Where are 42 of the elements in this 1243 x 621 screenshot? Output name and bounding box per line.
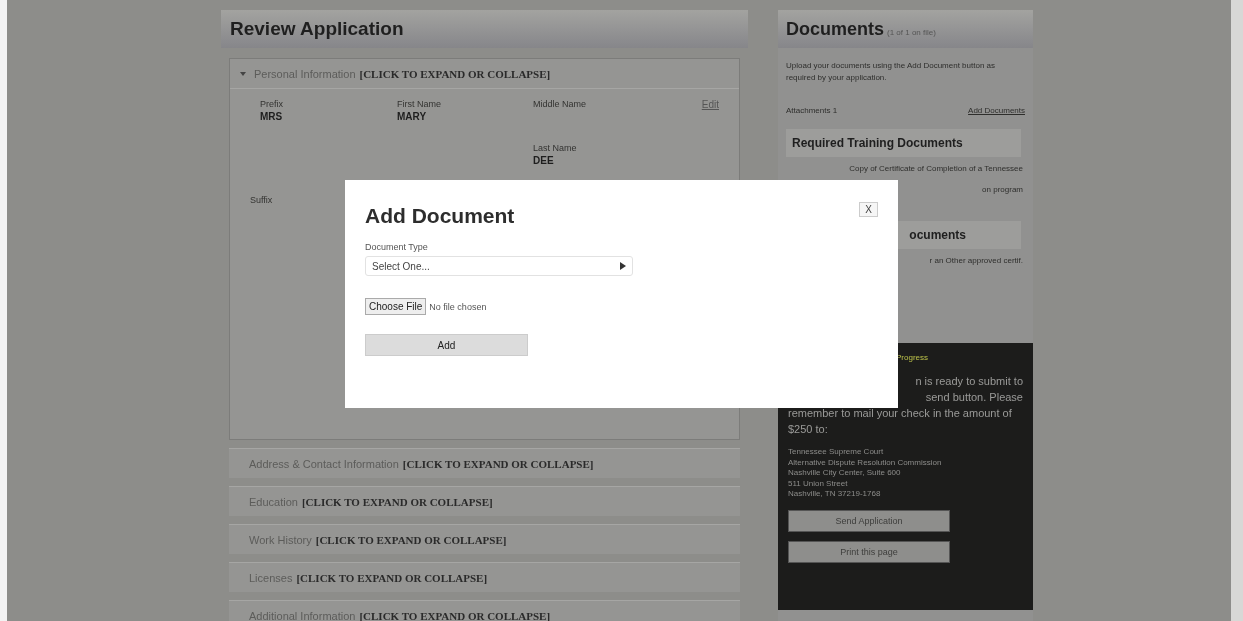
panel-button[interactable]: Send Application xyxy=(788,509,950,532)
field-value: MARY xyxy=(397,111,428,122)
field-value: DEE xyxy=(533,155,555,166)
address-line: 511 Union Street xyxy=(788,478,849,489)
message-text: send button. Please xyxy=(924,390,1023,405)
field-label: Suffix xyxy=(250,195,274,205)
document-item: Copy of Certificate of Completion of a Tennessee xyxy=(848,163,1024,175)
add-button[interactable]: Add xyxy=(365,334,528,356)
field-label: First Name xyxy=(397,99,442,109)
file-status-text: No file chosen xyxy=(429,301,487,312)
address-line: Alternative Dispute Resolution Commission xyxy=(788,457,943,468)
document-type-select[interactable]: Select One... xyxy=(365,256,633,276)
dropdown-arrow-icon xyxy=(620,262,626,270)
message-text: remember to mail your check in the amount of $250 to: xyxy=(788,406,1013,437)
panel-title: Progress xyxy=(895,353,929,362)
section-header[interactable]: Work History [CLICK TO EXPAND OR COLLAPSE] xyxy=(229,525,740,554)
dialog-title: Add Document xyxy=(365,204,515,228)
field-label: Middle Name xyxy=(533,99,588,109)
instructions-text: Upload your documents using the Add Document button as required by your application. xyxy=(786,60,997,84)
close-button[interactable]: X xyxy=(859,202,878,217)
section-header[interactable]: Licenses [CLICK TO EXPAND OR COLLAPSE] xyxy=(229,563,740,592)
document-item: on program xyxy=(981,184,1024,196)
address-line: Tennessee Supreme Court xyxy=(788,447,885,458)
document-item: r an Other approved certif. xyxy=(928,255,1024,267)
address-line: Nashville City Center, Suite 600 xyxy=(788,468,902,479)
edit-link[interactable]: Edit xyxy=(701,99,719,110)
field-label: Prefix xyxy=(260,99,284,109)
field-label: Last Name xyxy=(533,143,578,153)
page-title: Review Application xyxy=(221,10,748,48)
add-documents-link[interactable]: Add Documents xyxy=(968,106,1025,115)
choose-file-button[interactable]: Choose File xyxy=(365,298,427,315)
panel-button[interactable]: Print this page xyxy=(788,540,950,563)
field-label: Document Type xyxy=(365,242,429,252)
panel-title: Documents xyxy=(786,18,884,40)
section-header[interactable]: Education [CLICK TO EXPAND OR COLLAPSE] xyxy=(229,487,740,516)
section-header[interactable]: Additional Information [CLICK TO EXPAND OR COLLAPSE] xyxy=(229,601,740,621)
field-value: MRS xyxy=(260,111,284,122)
address-line: Nashville, TN 37219-1768 xyxy=(788,489,882,500)
attachment-count: Attachments 1 xyxy=(786,106,838,115)
section-header[interactable]: Personal Information [CLICK TO EXPAND OR COLLAPSE] xyxy=(230,59,739,89)
message-text: n is ready to submit to xyxy=(914,374,1023,389)
group-header: Required Training Documents xyxy=(786,129,1021,157)
